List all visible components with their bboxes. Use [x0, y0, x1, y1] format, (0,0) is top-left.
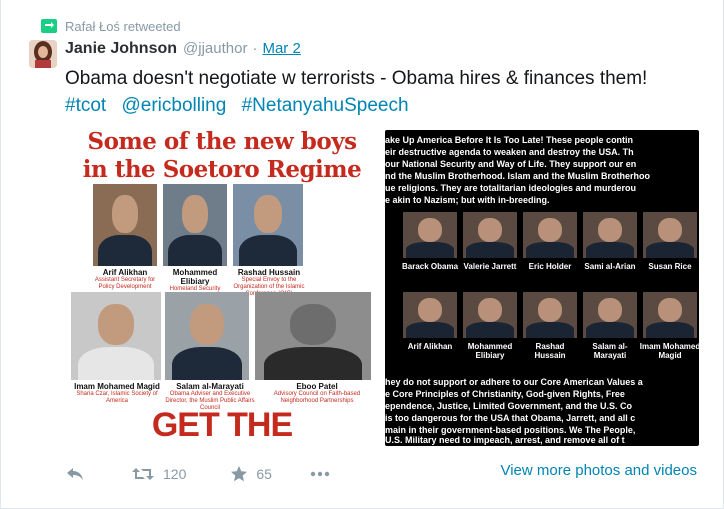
- photo1-portrait-2: [163, 184, 227, 266]
- mention-ericbolling[interactable]: @ericbolling: [121, 95, 226, 116]
- retweet-count: 120: [163, 466, 187, 482]
- tweet-photo-1[interactable]: Some of the new boys in the Soetoro Regi…: [65, 126, 379, 448]
- tweet-entities: #tcot @ericbolling #NetanyahuSpeech: [65, 95, 419, 117]
- photo2-name: Imam Mohamed Magid: [639, 342, 699, 360]
- author-username[interactable]: @jjauthor: [183, 40, 247, 57]
- photo1-headline-line1: Some of the new boys: [87, 128, 357, 155]
- retweet-context: Rafał Łoś retweeted: [41, 18, 181, 34]
- photo2-name: Salam al-Marayati: [592, 342, 628, 360]
- photo1-caption-6: Eboo Patel Advisory Council on Faith-base…: [273, 382, 361, 404]
- photo2-portrait: [463, 212, 517, 258]
- photo1-portrait-4: [71, 292, 161, 380]
- photo1-portrait-3: [233, 184, 303, 266]
- photo2-portrait: [583, 212, 637, 258]
- reply-icon: [67, 468, 83, 480]
- favorite-button[interactable]: 65: [230, 465, 272, 483]
- photo2-text-line: e Core Principles of Christianity, God-g…: [385, 389, 625, 399]
- photo2-text-line: ue religions. They are totalitarian ideo…: [385, 183, 637, 193]
- view-more-media-link[interactable]: View more photos and videos: [500, 462, 697, 479]
- tweet-card[interactable]: Rafał Łoś retweeted Janie Johnson @jjaut…: [0, 0, 724, 509]
- photo2-text-line: e akin to Nazism; but with in-breeding.: [385, 195, 550, 205]
- photo2-name: Barack Obama: [401, 262, 459, 271]
- photo2-portrait: [403, 292, 457, 338]
- hashtag-netanyahuspeech[interactable]: #NetanyahuSpeech: [242, 95, 409, 116]
- photo2-text-line: hey do not support or adhere to our Core…: [385, 377, 643, 387]
- photo2-portrait: [523, 292, 577, 338]
- author-fullname[interactable]: Janie Johnson: [65, 40, 177, 58]
- photo2-portrait: [643, 212, 697, 258]
- photo2-name: Mohammed Elibiary: [467, 342, 513, 360]
- favorite-count: 65: [256, 466, 272, 482]
- photo2-portrait: [643, 292, 697, 338]
- hashtag-tcot[interactable]: #tcot: [65, 95, 106, 116]
- photo2-portrait: [463, 292, 517, 338]
- retweet-button[interactable]: 120: [131, 466, 186, 482]
- photo2-name: Susan Rice: [648, 262, 692, 271]
- tweet-actions: 120 65: [65, 462, 364, 486]
- retweet-icon: [132, 468, 154, 480]
- avatar[interactable]: [29, 40, 57, 68]
- photo2-text-line: eir destructive agenda to weaken and des…: [385, 147, 634, 157]
- reply-button[interactable]: [65, 467, 85, 481]
- photo1-caption-4: Imam Mohamed Magid Sharia Czar, Islamic S…: [74, 382, 160, 404]
- more-options-button[interactable]: [310, 471, 330, 477]
- photo2-name: Sami al-Arian: [584, 262, 636, 271]
- photo2-portrait: [403, 212, 457, 258]
- photo2-portrait: [523, 212, 577, 258]
- photo2-text-line: our National Security and Way of Life. T…: [385, 159, 637, 169]
- photo1-headline-line2: in the Soetoro Regime: [82, 156, 362, 183]
- photo2-text-line: ependence, Justice, Limited Government, …: [385, 401, 633, 411]
- retweet-icon: [41, 19, 57, 33]
- retweet-by-label[interactable]: Rafał Łoś retweeted: [65, 19, 181, 34]
- photo2-name: Rashad Hussain: [534, 342, 566, 360]
- photo1-portrait-5: [165, 292, 249, 380]
- photo2-portrait: [583, 292, 637, 338]
- tweet-header: Janie Johnson @jjauthor · Mar 2: [65, 40, 301, 60]
- photo2-name: Eric Holder: [528, 262, 572, 271]
- ellipsis-icon: [310, 471, 330, 477]
- photo2-name: Valerie Jarrett: [463, 262, 517, 271]
- photo2-name: Arif Alikhan: [407, 342, 453, 351]
- photo2-text-line: ake Up America Before It Is Too Late! Th…: [385, 135, 634, 145]
- tweet-photo-2[interactable]: ake Up America Before It Is Too Late! Th…: [385, 130, 699, 446]
- separator-dot: ·: [252, 40, 258, 57]
- tweet-text: Obama doesn't negotiate w terrorists - O…: [65, 68, 648, 89]
- tweet-timestamp[interactable]: Mar 2: [262, 40, 300, 57]
- photo1-portrait-1: [93, 184, 157, 266]
- star-icon: [231, 466, 248, 482]
- photo2-text-line: U.S. Military need to impeach, arrest, a…: [385, 435, 625, 445]
- photo2-text-line: nd the Muslim Brotherhood. Islam and the…: [385, 171, 651, 181]
- photo1-portrait-6: [255, 292, 371, 380]
- photo1-footer: GET THE PICTURE?!!!: [126, 406, 320, 448]
- photo2-text-line: is too dangerous for the USA that Obama,…: [385, 413, 636, 423]
- photo1-caption-1: Arif Alikhan Assistant Secretary for Poli…: [94, 268, 156, 290]
